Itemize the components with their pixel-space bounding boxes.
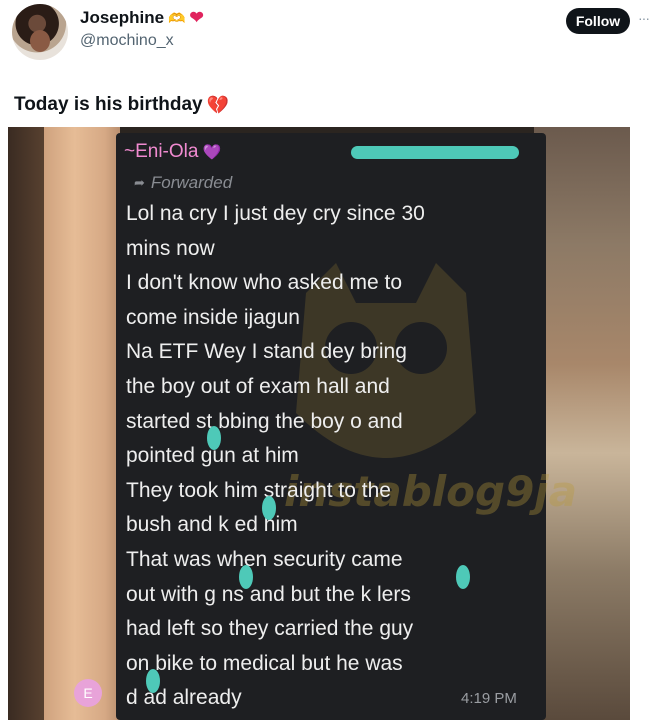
post-image[interactable]: instablog9ja ~Eni-Ola 💜 ➦ Forwarded Lol … [8,127,630,720]
display-name[interactable]: Josephine [80,8,164,28]
user-block: Josephine 🫶 ❤ @mochino_x [80,8,204,50]
message-line: pointed gun at him [126,444,299,468]
message-line: Lol na cry I just dey cry since 30 [126,202,425,225]
message-line: I don't know who asked me to [126,271,402,295]
post-text: Today is his birthday 💔 [14,94,229,116]
message-body: Lol na cry I just dey cry since 30 mins … [126,197,526,716]
background-hand [44,127,120,720]
message-line: had left so they carried the guy [126,617,414,641]
broken-heart-icon: 💔 [206,94,230,115]
background-wood [8,127,48,720]
user-handle[interactable]: @mochino_x [80,32,204,50]
heart-hands-icon: 🫶 [168,9,186,26]
purple-heart-icon: 💜 [202,144,222,161]
chat-avatar: E [74,679,102,707]
forward-arrow-icon: ➦ [134,175,145,190]
message-line: come inside ijagun [126,305,300,329]
redaction-bar [351,146,519,159]
redaction-blob [239,565,253,589]
message-line: on bike to medical but he was [126,651,403,675]
post-header: Josephine 🫶 ❤ @mochino_x Follow ··· [0,0,658,80]
phone-chat-screen: instablog9ja ~Eni-Ola 💜 ➦ Forwarded Lol … [116,133,577,720]
message-line: started st bbing the boy o and [126,409,403,433]
follow-button[interactable]: Follow [566,8,630,34]
forwarded-text: Forwarded [150,173,233,192]
more-options-icon[interactable]: ··· [638,10,650,26]
message-sender: ~Eni-Ola 💜 [124,141,221,163]
avatar[interactable] [12,4,68,60]
redaction-blob [262,496,276,520]
message-line: the boy out of exam hall and [126,374,390,398]
message-line: bush and k ed him [126,513,298,537]
redaction-blob [146,669,160,693]
message-line: They took him straight to the [126,478,391,502]
redaction-blob [456,565,470,589]
background-wall [534,127,630,720]
forwarded-label: ➦ Forwarded [134,173,232,193]
message-line: Na ETF Wey I stand dey bring [126,340,407,364]
sender-name: ~Eni-Ola [124,141,199,162]
redaction-blob [207,426,221,450]
post-text-content: Today is his birthday [14,94,203,115]
red-heart-icon: ❤ [189,8,204,27]
message-time: 4:19 PM [461,690,517,707]
name-row: Josephine 🫶 ❤ [80,8,204,28]
message-line: mins now [126,236,215,260]
